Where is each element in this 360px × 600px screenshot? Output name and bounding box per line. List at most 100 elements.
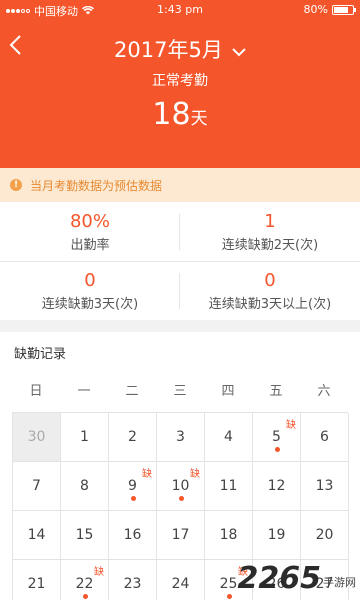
calendar-day[interactable]: 11 — [205, 462, 253, 511]
stat-label: 连续缺勤2天(次) — [221, 238, 319, 253]
chevron-down-icon — [227, 42, 246, 61]
day-number: 9 — [128, 478, 137, 494]
calendar-day[interactable]: 10 缺 — [157, 462, 205, 511]
weekday-label: 二 — [125, 384, 139, 399]
day-number: 21 — [27, 576, 46, 592]
header: 中国移动 1:43 pm 80% 2017年5月 正常考勤 18天 — [0, 0, 360, 168]
day-number: 6 — [320, 429, 329, 445]
day-number: 30 — [27, 429, 46, 445]
day-number: 3 — [176, 429, 185, 445]
calendar-day[interactable]: 16 — [109, 511, 157, 560]
calendar-day[interactable]: 24 — [157, 560, 205, 600]
calendar-day[interactable]: 4 — [205, 413, 253, 462]
calendar-day[interactable]: 19 — [253, 511, 301, 560]
calendar-day[interactable]: 9缺 — [109, 462, 157, 511]
calendar-day[interactable]: 1 — [61, 413, 109, 462]
watermark-number: 2265 — [237, 561, 322, 596]
absent-dot — [130, 496, 136, 501]
day-number: 24 — [171, 576, 190, 592]
calendar-day[interactable]: 5缺 — [253, 413, 301, 462]
calendar-day[interactable]: 30 — [13, 413, 61, 462]
absent-dot — [274, 447, 280, 452]
battery-icon — [332, 4, 356, 15]
stat-label: 连续缺勤3天以上(次) — [208, 297, 332, 312]
watermark-logo: 2265 手游网 — [238, 564, 357, 594]
day-number: 17 — [171, 527, 190, 543]
calendar-day[interactable]: 22 缺 — [61, 560, 109, 600]
stat-attendance-rate: 80% 出勤率 — [0, 202, 180, 261]
month-selector[interactable]: 2017年5月 — [0, 34, 360, 64]
calendar-day[interactable]: 12 — [253, 462, 301, 511]
stat-absent-over-3-days: 0 连续缺勤3天以上(次) — [180, 261, 360, 320]
absence-record: 缺勤记录 日一二三四五六 30 1 2 3 4 5 缺 6 7 8 9 缺 10 缺 11 12 13 14 15 1… — [0, 332, 360, 600]
calendar-day[interactable]: 23 — [109, 560, 157, 600]
day-number: 23 — [123, 576, 142, 592]
calendar-day[interactable]: 8 — [61, 462, 109, 511]
day-number: 1 — [80, 429, 89, 445]
day-number: 20 — [315, 527, 334, 543]
day-number: 13 — [315, 478, 334, 494]
calendar-day[interactable]: 2 — [109, 413, 157, 462]
day-number: 10 — [171, 478, 190, 494]
calendar-day[interactable]: 17 — [157, 511, 205, 560]
absent-dot — [178, 496, 184, 501]
calendar-day[interactable]: 6 — [301, 413, 349, 462]
absent-tag: 缺 — [94, 567, 104, 578]
stat-absent-3-days: 0 连续缺勤3天(次) — [0, 261, 180, 320]
absent-dot — [82, 594, 88, 599]
attendance-status: 正常考勤 — [152, 73, 208, 89]
absent-tag: 缺 — [142, 469, 152, 480]
stat-value: 80% — [69, 211, 110, 232]
section-title: 缺勤记录 — [14, 347, 67, 362]
days-value: 18 — [152, 97, 191, 132]
calendar-day[interactable]: 14 — [13, 511, 61, 560]
calendar-day[interactable]: 21 — [13, 560, 61, 600]
day-number: 12 — [267, 478, 286, 494]
info-icon: ! — [10, 179, 22, 191]
stat-label: 出勤率 — [70, 238, 110, 253]
day-number: 18 — [219, 527, 238, 543]
battery-percent: 80% — [303, 3, 328, 16]
day-number: 15 — [75, 527, 94, 543]
attendance-days: 18天 — [0, 97, 360, 132]
stat-value: 1 — [264, 211, 276, 232]
status-bar: 中国移动 1:43 pm 80% — [0, 0, 360, 20]
calendar-day[interactable]: 15 — [61, 511, 109, 560]
day-number: 2 — [128, 429, 137, 445]
stat-value: 0 — [264, 270, 276, 291]
day-number: 14 — [27, 527, 46, 543]
calendar-day[interactable]: 13 — [301, 462, 349, 511]
day-number: 5 — [272, 429, 281, 445]
watermark-text: 手游网 — [323, 576, 356, 589]
estimate-notice: ! 当月考勤数据为预估数据 — [0, 168, 360, 202]
stat-value: 0 — [84, 270, 96, 291]
day-number: 7 — [32, 478, 41, 494]
day-number: 22 — [75, 576, 94, 592]
calendar-day[interactable]: 20 — [301, 511, 349, 560]
absent-tag: 缺 — [190, 469, 200, 480]
weekday-label: 三 — [173, 384, 187, 399]
stat-label: 连续缺勤3天(次) — [41, 297, 139, 312]
day-number: 19 — [267, 527, 286, 543]
weekday-label: 一 — [77, 384, 91, 399]
days-unit: 天 — [190, 109, 208, 129]
day-number: 25 — [219, 576, 238, 592]
divider — [0, 261, 360, 262]
weekday-label: 日 — [29, 384, 43, 399]
absent-dot — [226, 594, 232, 599]
calendar-day[interactable]: 7 — [13, 462, 61, 511]
month-label: 2017年5月 — [114, 38, 223, 62]
day-number: 16 — [123, 527, 142, 543]
day-number: 4 — [224, 429, 233, 445]
stat-absent-2-days: 1 连续缺勤2天(次) — [180, 202, 360, 261]
weekday-label: 六 — [317, 384, 331, 399]
divider — [179, 273, 180, 309]
notice-text: 当月考勤数据为预估数据 — [30, 178, 163, 193]
divider — [179, 214, 180, 250]
day-number: 11 — [219, 478, 238, 494]
stats-panel: 80% 出勤率 1 连续缺勤2天(次) 0 连续缺勤3天(次) 0 连续缺勤3天… — [0, 202, 360, 320]
calendar-day[interactable]: 3 — [157, 413, 205, 462]
weekday-label: 四 — [221, 384, 235, 399]
calendar-day[interactable]: 18 — [205, 511, 253, 560]
absent-tag: 缺 — [286, 420, 296, 431]
